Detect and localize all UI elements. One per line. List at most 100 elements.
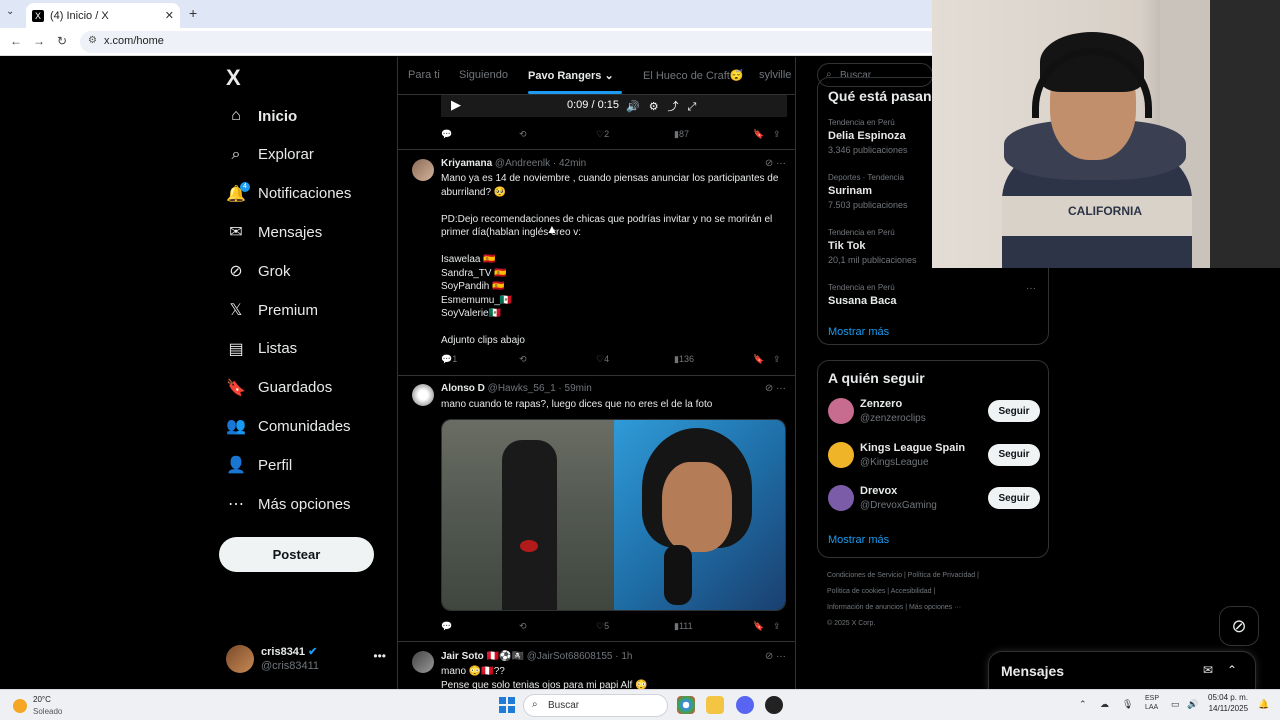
trend-name[interactable]: Surinam <box>828 185 872 197</box>
follow-suggestion[interactable]: Drevox @DrevoxGaming Seguir <box>828 479 1040 519</box>
like-icon[interactable]: ♡ 4 <box>596 354 609 365</box>
messages-drawer[interactable]: Mensajes ✉ ⌃ <box>988 651 1256 691</box>
url-field[interactable]: ⚙ x.com/home <box>80 31 940 53</box>
trend-name[interactable]: Susana Baca <box>828 295 896 307</box>
grok-more-icons[interactable]: ⊘ ··· <box>765 383 786 394</box>
clock[interactable]: 05:04 p. m. 14/11/2025 <box>1208 692 1248 714</box>
share-icon[interactable]: ⇪ <box>773 354 781 365</box>
video-controls: ▶ 0:09 / 0:15 🔊⚙⤴⤢ <box>441 95 787 117</box>
notifications-icon[interactable]: 🔔 <box>1258 699 1269 710</box>
account-switcher[interactable]: cris8341 ✔ @cris83411 ••• <box>226 643 386 677</box>
nav-item-notificaciones[interactable]: 🔔 4 Notificaciones <box>226 180 351 208</box>
follow-button[interactable]: Seguir <box>988 400 1040 422</box>
reply-icon[interactable]: 💬 <box>441 129 452 140</box>
tweet-actions: 💬 1 ⟲ ♡ 4 ▮ 136 🔖 ⇪ <box>441 354 786 370</box>
avatar <box>412 651 434 673</box>
language-indicator[interactable]: ESP LAA <box>1145 694 1159 712</box>
tab-search-chevron-icon[interactable]: ⌄ <box>6 6 14 17</box>
footer-links[interactable]: Condiciones de Servicio | Política de Pr… <box>827 572 979 579</box>
network-icon[interactable]: ▭ <box>1171 699 1180 710</box>
follow-suggestion[interactable]: Zenzero @zenzeroclips Seguir <box>828 392 1040 432</box>
obs-icon[interactable] <box>765 696 783 714</box>
nav-item-grok[interactable]: ⊘ Grok <box>226 257 290 285</box>
nav-label: Listas <box>258 340 298 358</box>
tab-pavo-rangers[interactable]: Pavo Rangers ⌄ <box>528 69 614 82</box>
forward-icon[interactable]: → <box>33 34 45 48</box>
views-icon[interactable]: ▮ 111 <box>674 621 693 632</box>
site-info-icon[interactable]: ⚙ <box>88 35 97 46</box>
trend-context: Deportes · Tendencia <box>828 173 904 182</box>
follow-button[interactable]: Seguir <box>988 487 1040 509</box>
tab-para-ti[interactable]: Para ti <box>408 69 440 81</box>
grok-more-icons[interactable]: ⊘ ··· <box>765 651 786 662</box>
nav-item-premium[interactable]: 𝕏 Premium <box>226 296 318 324</box>
like-icon[interactable]: ♡ 2 <box>596 129 609 140</box>
follow-show-more-link[interactable]: Mostrar más <box>828 534 889 546</box>
nav-item-mensajes[interactable]: ✉ Mensajes <box>226 218 322 246</box>
weather-widget[interactable]: 20°C Soleado <box>13 694 93 718</box>
expand-icon[interactable]: ⌃ <box>1227 663 1237 677</box>
footer-links[interactable]: Política de cookies | Accesibilidad | <box>827 588 935 595</box>
like-icon[interactable]: ♡ 5 <box>596 621 609 632</box>
taskbar-search[interactable]: ⌕ Buscar <box>523 694 668 717</box>
trend-more-icon[interactable]: ··· <box>1026 283 1036 294</box>
nav-item-inicio[interactable]: ⌂ Inicio <box>226 102 297 130</box>
reply-icon[interactable]: 💬 1 <box>441 354 457 365</box>
new-tab-icon[interactable]: + <box>189 5 197 21</box>
nav-item-comunidades[interactable]: 👥 Comunidades <box>226 412 351 440</box>
tab-sylville[interactable]: sylville <box>759 69 791 81</box>
tray-chevron-icon[interactable]: ⌃ <box>1079 699 1087 710</box>
reply-icon[interactable]: 💬 <box>441 621 452 632</box>
volume-icon[interactable]: 🔊 <box>1187 699 1198 710</box>
share-icon[interactable]: ⇪ <box>773 129 781 140</box>
browser-tab[interactable]: X (4) Inicio / X ✕ <box>26 3 180 28</box>
close-tab-icon[interactable]: ✕ <box>165 9 174 22</box>
new-message-icon[interactable]: ✉ <box>1203 663 1213 677</box>
follow-button[interactable]: Seguir <box>988 443 1040 466</box>
file-explorer-icon[interactable] <box>706 696 724 714</box>
grok-icon[interactable]: ⊘ <box>1219 606 1259 646</box>
show-more-link[interactable]: Mostrar más <box>828 326 889 338</box>
back-icon[interactable]: ← <box>10 34 22 48</box>
cloud-icon[interactable]: ☁ <box>1100 699 1109 710</box>
reload-icon[interactable]: ↻ <box>57 34 67 48</box>
nav-item-perfil[interactable]: 👤 Perfil <box>226 451 292 479</box>
repost-icon[interactable]: ⟲ <box>519 129 527 140</box>
tweet-image[interactable] <box>441 419 786 611</box>
start-icon[interactable] <box>499 697 515 713</box>
x-logo-icon[interactable]: X <box>226 65 241 91</box>
mouse-cursor-icon: ▲ <box>546 222 558 236</box>
footer-links[interactable]: © 2025 X Corp. <box>827 620 875 627</box>
views-icon[interactable]: ▮ 136 <box>674 354 694 365</box>
nav-label: Inicio <box>258 107 298 125</box>
repost-icon[interactable]: ⟲ <box>519 354 527 365</box>
nav-item-más-opciones[interactable]: ⋯ Más opciones <box>226 490 351 518</box>
share-icon[interactable]: ⇪ <box>773 621 781 632</box>
post-button[interactable]: Postear <box>219 537 374 572</box>
tweet[interactable]: Jair Soto 🇵🇪⚽🏴‍☠️ @JairSot68608155 · 1h … <box>398 641 795 689</box>
grok-more-icons[interactable]: ⊘ ··· <box>765 158 786 169</box>
tab-el-hueco-de-craft[interactable]: El Hueco de Craft😴 <box>643 69 744 82</box>
chrome-icon[interactable] <box>677 696 695 714</box>
tab-siguiendo[interactable]: Siguiendo <box>459 69 508 81</box>
trend-name[interactable]: Tik Tok <box>828 240 866 252</box>
trend-name[interactable]: Delia Espinoza <box>828 130 906 142</box>
follow-suggestion[interactable]: Kings League Spain @KingsLeague Seguir <box>828 436 1040 476</box>
nav-item-explorar[interactable]: ⌕ Explorar <box>226 141 314 169</box>
tweet[interactable]: Kriyamana @Andreenlk · 42min ⊘ ··· Mano … <box>398 149 795 373</box>
mic-icon[interactable]: 🎙 <box>1122 699 1133 710</box>
play-icon[interactable]: ▶ <box>451 97 461 113</box>
nav-item-listas[interactable]: ▤ Listas <box>226 335 297 363</box>
bookmark-icon[interactable]: 🔖 <box>753 621 764 632</box>
views-icon[interactable]: ▮ 87 <box>674 129 689 140</box>
more-icon[interactable]: ••• <box>373 649 386 663</box>
discord-icon[interactable] <box>736 696 754 714</box>
trends-title: Qué está pasando <box>828 88 949 104</box>
footer-links[interactable]: Información de anuncios | Más opciones ·… <box>827 604 961 611</box>
video-settings-icons[interactable]: 🔊⚙⤴⤢ <box>626 98 705 114</box>
bookmark-icon[interactable]: 🔖 <box>753 354 764 365</box>
mail-icon: ✉ <box>229 224 243 242</box>
bookmark-icon[interactable]: 🔖 <box>753 129 764 140</box>
nav-item-guardados[interactable]: 🔖 Guardados <box>226 374 332 402</box>
repost-icon[interactable]: ⟲ <box>519 621 527 632</box>
